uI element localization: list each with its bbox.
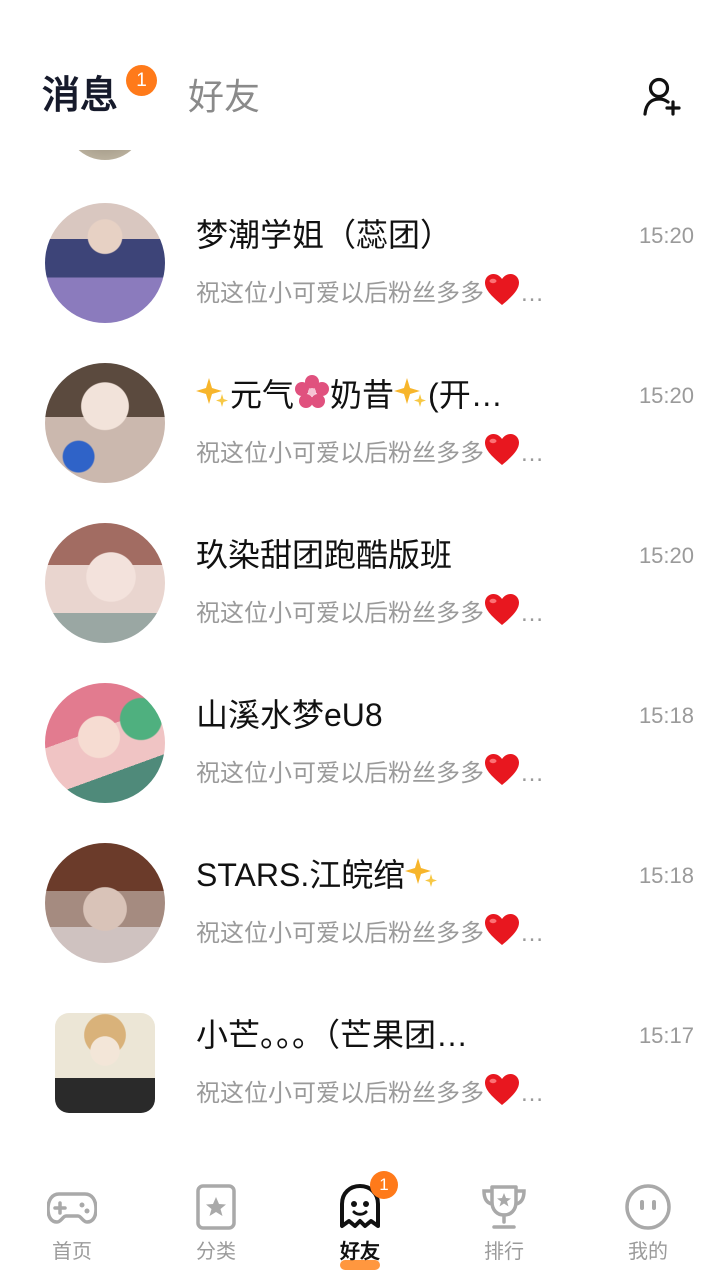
red-heart-icon: [485, 754, 519, 785]
profile-face-icon: [625, 1184, 671, 1230]
avatar: [45, 523, 165, 643]
message-preview: 祝这位小可爱以后粉丝多多…: [196, 753, 544, 792]
add-friend-icon[interactable]: [642, 75, 684, 117]
nav-item-category[interactable]: 分类: [144, 1168, 288, 1280]
red-heart-icon: [485, 914, 519, 945]
contact-name: 小芒。。。（芒果团…: [196, 1017, 469, 1053]
tab-friends[interactable]: 好友: [188, 74, 260, 120]
red-heart-icon: [485, 594, 519, 625]
message-time: 15:20: [638, 543, 694, 568]
red-heart-icon: [485, 434, 519, 465]
trophy-icon: [482, 1185, 526, 1229]
message-time: 15:20: [638, 223, 694, 248]
conversation-row[interactable]: 山溪水梦eU8 15:18 祝这位小可爱以后粉丝多多…: [0, 683, 720, 843]
message-preview: 祝这位小可爱以后粉丝多多…: [196, 1073, 544, 1112]
friends-unread-badge: 1: [370, 1171, 398, 1199]
red-heart-icon: [485, 1074, 519, 1105]
nav-item-ranking[interactable]: 排行: [432, 1168, 576, 1280]
conversation-row[interactable]: 元气 奶昔 (开… 15:20 祝这位小可爱以后粉丝多多…: [0, 363, 720, 523]
avatar: [45, 203, 165, 323]
sparkle-icon: [196, 378, 228, 407]
message-preview: 祝这位小可爱以后粉丝多多…: [196, 273, 544, 312]
top-header: 消息 1 好友: [0, 0, 720, 150]
conversation-row[interactable]: 玖染甜团跑酷版班 15:20 祝这位小可爱以后粉丝多多…: [0, 523, 720, 683]
category-star-icon: [196, 1184, 236, 1230]
gamepad-icon: [47, 1192, 97, 1224]
conversation-row[interactable]: 梦潮学姐（蕊团） 15:20 祝这位小可爱以后粉丝多多…: [0, 203, 720, 363]
message-preview: 祝这位小可爱以后粉丝多多…: [196, 433, 544, 472]
nav-label-category: 分类: [196, 1241, 236, 1263]
contact-name: 山溪水梦eU8: [196, 697, 383, 733]
nav-label-home: 首页: [52, 1241, 92, 1263]
cherry-blossom-icon: [295, 375, 330, 408]
contact-name: STARS.江皖绾: [196, 853, 439, 897]
avatar: [45, 683, 165, 803]
contact-name: 梦潮学姐（蕊团）: [196, 217, 453, 253]
message-time: 15:18: [638, 863, 694, 888]
nav-item-home[interactable]: 首页: [0, 1168, 144, 1280]
message-time: 15:17: [638, 1023, 694, 1048]
message-preview: 祝这位小可爱以后粉丝多多…: [196, 913, 544, 952]
nav-item-friends[interactable]: 1 好友: [288, 1168, 432, 1280]
nav-label-profile: 我的: [628, 1241, 668, 1263]
messages-unread-badge: 1: [126, 65, 157, 96]
avatar: [45, 363, 165, 483]
tab-messages[interactable]: 消息: [42, 72, 118, 120]
contact-name: 元气 奶昔 (开…: [196, 373, 503, 417]
conversation-list[interactable]: 梦潮学姐（蕊团） 15:20 祝这位小可爱以后粉丝多多… 元气 奶昔 (开… 15:…: [0, 140, 720, 1168]
message-preview: 祝这位小可爱以后粉丝多多…: [196, 593, 544, 632]
avatar: [55, 1013, 155, 1113]
conversation-row[interactable]: 小芒。。。（芒果团… 15:17 祝这位小可爱以后粉丝多多…: [0, 1003, 720, 1163]
message-time: 15:18: [638, 703, 694, 728]
nav-label-friends: 好友: [340, 1241, 380, 1263]
sparkle-icon: [405, 858, 438, 887]
message-time: 15:20: [638, 383, 694, 408]
red-heart-icon: [485, 274, 519, 305]
sparkle-icon: [394, 378, 427, 407]
nav-item-profile[interactable]: 我的: [576, 1168, 720, 1280]
conversation-row[interactable]: STARS.江皖绾 15:18 祝这位小可爱以后粉丝多多…: [0, 843, 720, 1003]
nav-label-ranking: 排行: [484, 1241, 524, 1263]
bottom-nav: 首页 分类 1 好友 排行 我的: [0, 1168, 720, 1280]
avatar: [45, 843, 165, 963]
contact-name: 玖染甜团跑酷版班: [196, 537, 453, 573]
